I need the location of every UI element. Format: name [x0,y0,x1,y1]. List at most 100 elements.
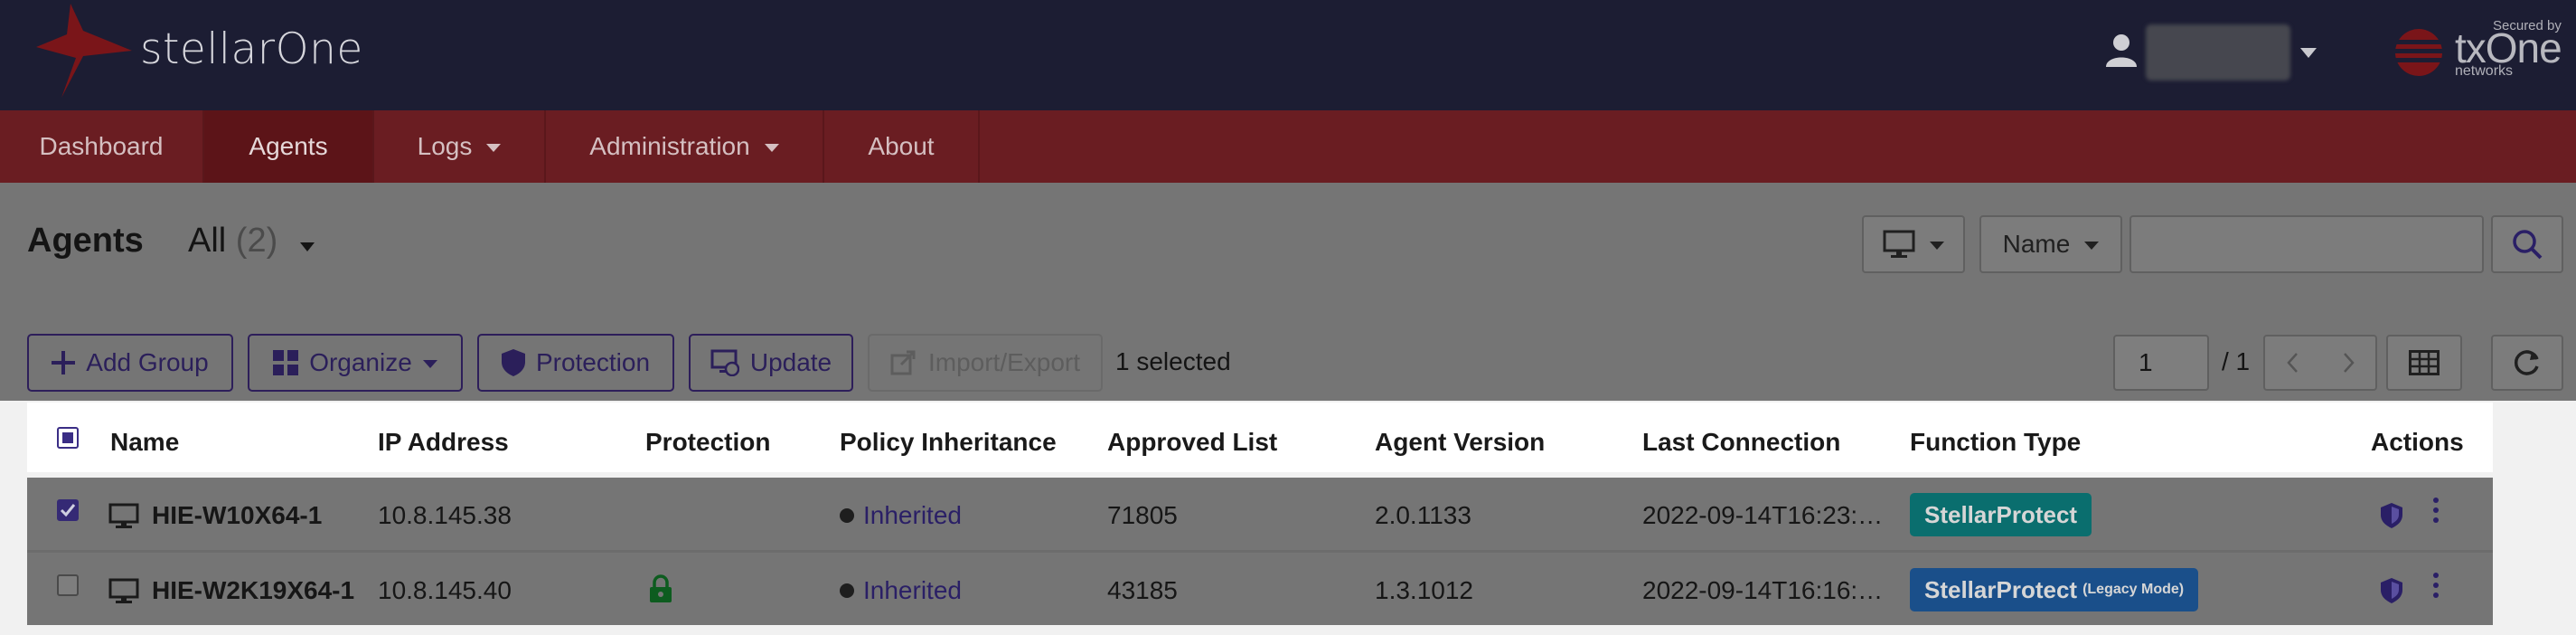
search-field-select[interactable]: Name [1979,215,2122,273]
nav-logs[interactable]: Logs [374,110,546,183]
nav-agents[interactable]: Agents [204,110,374,183]
monitor-sync-icon [710,349,739,376]
table-row[interactable]: HIE-W10X64-1 10.8.145.38 Inherited 71805… [27,478,2493,550]
nav-dashboard[interactable]: Dashboard [0,110,204,183]
logo-icon [36,4,132,98]
chevron-right-icon[interactable] [2341,352,2355,374]
policy-label: Inherited [863,576,962,604]
chevron-down-icon [764,144,779,152]
function-type-label: StellarProtect [1924,500,2078,528]
table-header: Name IP Address Protection Policy Inheri… [27,403,2493,472]
search-button[interactable] [2491,215,2563,273]
protection-button[interactable]: Protection [477,334,674,392]
grid-icon [273,350,299,375]
agent-ip: 10.8.145.38 [378,501,512,529]
update-label: Update [749,348,832,376]
table-icon [2409,350,2440,375]
update-button[interactable]: Update [689,334,853,392]
more-actions-icon[interactable] [2433,498,2439,527]
last-connection: 2022-09-14T16:23:… [1642,501,1884,529]
chevron-down-icon [2084,242,2100,250]
main-nav: Dashboard Agents Logs Administration Abo… [0,110,2576,183]
col-protection[interactable]: Protection [645,428,770,457]
column-settings-button[interactable] [2386,335,2462,391]
status-dot [840,583,854,598]
vendor-subtitle: networks [2455,63,2514,79]
protection-label: Protection [535,348,651,376]
group-filter-count: (2) [235,222,278,260]
check-icon [60,504,76,517]
add-group-button[interactable]: Add Group [27,334,233,392]
refresh-button[interactable] [2491,335,2563,391]
user-icon[interactable] [2106,34,2137,67]
organize-label: Organize [309,348,412,376]
add-group-label: Add Group [86,348,209,376]
policy-inheritance-link[interactable]: Inherited [840,576,962,605]
chevron-down-icon [1930,242,1944,250]
col-actions: Actions [2371,428,2464,456]
user-menu-caret-icon[interactable] [2300,48,2317,58]
agent-ip: 10.8.145.40 [378,576,512,604]
nav-logs-label: Logs [417,132,473,160]
nav-agents-label: Agents [249,132,328,160]
nav-about[interactable]: About [824,110,980,183]
nav-dashboard-label: Dashboard [39,132,164,160]
page-number-input[interactable]: 1 [2113,335,2209,391]
chevron-left-icon[interactable] [2286,352,2300,374]
col-agent-version[interactable]: Agent Version [1375,428,1545,457]
table-row[interactable]: HIE-W2K19X64-1 10.8.145.40 Inherited 431… [27,553,2493,625]
function-type-badge: StellarProtect (Legacy Mode) [1910,568,2199,611]
shield-icon[interactable] [2381,503,2402,528]
row-checkbox[interactable] [57,499,79,521]
function-type-badge: StellarProtect [1910,493,2092,536]
organize-button[interactable]: Organize [248,334,463,392]
col-function-type[interactable]: Function Type [1910,428,2081,457]
agent-name[interactable]: HIE-W2K19X64-1 [152,576,354,605]
col-approved-list[interactable]: Approved List [1107,428,1277,457]
selected-count: 1 selected [1115,347,1231,375]
chevron-down-icon[interactable] [300,242,315,251]
import-export-label: Import/Export [927,348,1081,376]
row-checkbox[interactable] [57,574,79,596]
search-input[interactable] [2129,215,2484,273]
col-ip-address[interactable]: IP Address [378,428,509,457]
nav-administration[interactable]: Administration [546,110,824,183]
monitor-icon [108,578,139,603]
import-export-button[interactable]: Import/Export [868,334,1103,392]
approved-list-count: 71805 [1107,501,1178,529]
shield-icon [501,349,525,376]
nav-about-label: About [868,132,935,160]
col-name[interactable]: Name [110,428,179,457]
last-connection: 2022-09-14T16:16:… [1642,576,1884,604]
chevron-down-icon [486,144,502,152]
monitor-icon [108,503,139,528]
policy-inheritance-link[interactable]: Inherited [840,501,962,530]
plus-icon [52,351,76,374]
select-all-checkbox[interactable] [57,427,79,449]
chevron-down-icon [422,360,437,368]
top-bar: stellarOne Secured by txOne networks [0,0,2576,110]
col-policy-inheritance[interactable]: Policy Inheritance [840,428,1057,457]
group-filter[interactable]: All (2) [188,222,277,261]
col-last-connection[interactable]: Last Connection [1642,428,1840,457]
agent-version: 1.3.1012 [1375,576,1473,604]
policy-label: Inherited [863,501,962,529]
lock-icon [650,574,672,602]
agent-version: 2.0.1133 [1375,501,1471,529]
refresh-icon [2514,350,2539,375]
monitor-icon [1883,230,1915,258]
brand-name: stellarOne [140,24,363,74]
view-select[interactable] [1862,215,1965,273]
user-name[interactable] [2146,24,2290,81]
search-field-label: Name [2002,230,2071,258]
approved-list-count: 43185 [1107,576,1178,604]
more-actions-icon[interactable] [2433,573,2439,602]
page-total: / 1 [2222,347,2251,375]
status-dot [840,508,854,523]
shield-icon[interactable] [2381,578,2402,603]
function-type-label: StellarProtect [1924,575,2078,603]
page-title: Agents [27,222,144,260]
export-icon [890,350,916,375]
agent-name[interactable]: HIE-W10X64-1 [152,501,322,530]
nav-administration-label: Administration [589,132,750,160]
